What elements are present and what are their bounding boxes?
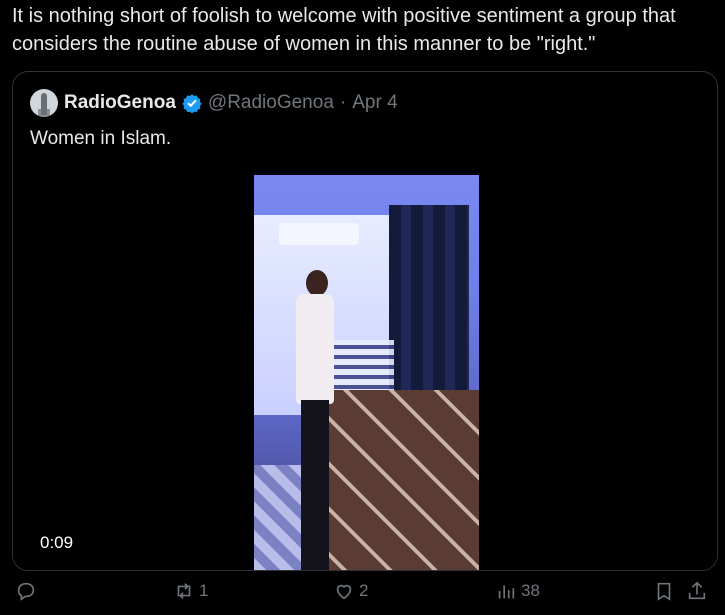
video-scene-bed <box>324 390 479 570</box>
bookmark-icon <box>657 582 671 601</box>
video-timestamp: 0:09 <box>34 531 80 555</box>
avatar[interactable] <box>30 89 58 117</box>
retweet-icon <box>177 583 191 599</box>
author-name[interactable]: RadioGenoa <box>64 92 176 114</box>
like-button[interactable]: 2 <box>333 580 368 602</box>
video-scene-person <box>286 270 341 570</box>
video-frame[interactable] <box>254 175 479 570</box>
author-handle[interactable]: @RadioGenoa <box>208 92 334 114</box>
bookmark-button[interactable] <box>653 580 675 602</box>
video-player[interactable]: 0:09 <box>13 175 717 570</box>
action-bar: 1 2 38 <box>0 580 725 615</box>
quoted-post-card[interactable]: RadioGenoa @RadioGenoa · Apr 4 Women in … <box>12 71 718 571</box>
reply-icon <box>17 582 35 601</box>
views-button[interactable]: 38 <box>495 580 540 602</box>
share-icon <box>688 581 706 600</box>
quoted-post-header: RadioGenoa @RadioGenoa · Apr 4 <box>30 87 398 119</box>
verified-badge-icon <box>182 94 202 113</box>
separator-dot: · <box>339 92 347 113</box>
post-date[interactable]: Apr 4 <box>352 92 397 114</box>
like-count: 2 <box>359 581 369 600</box>
video-scene-curtain <box>389 205 469 415</box>
post-text: It is nothing short of foolish to welcom… <box>12 5 676 55</box>
reply-button[interactable] <box>15 580 37 602</box>
retweet-button[interactable]: 1 <box>173 580 208 602</box>
quoted-post-text: Women in Islam. <box>30 128 172 149</box>
views-count: 38 <box>521 581 540 600</box>
heart-icon <box>336 584 352 600</box>
share-button[interactable] <box>686 580 708 602</box>
video-scene-ac <box>279 223 359 245</box>
retweet-count: 1 <box>199 581 209 600</box>
views-icon <box>498 585 515 599</box>
